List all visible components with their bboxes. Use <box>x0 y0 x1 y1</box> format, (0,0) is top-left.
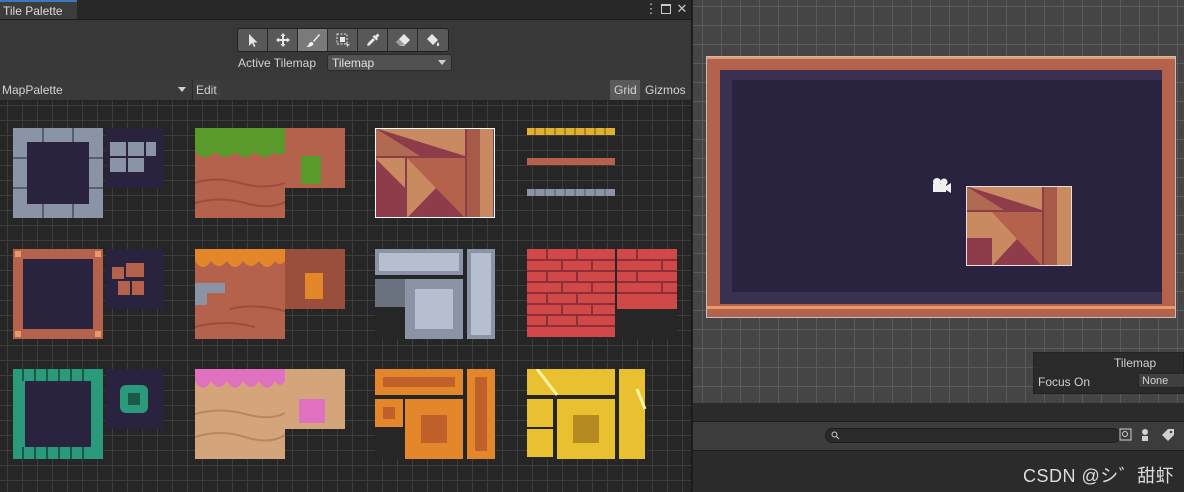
chevron-down-icon <box>178 87 186 92</box>
gold-blocks-tile[interactable] <box>527 369 647 459</box>
paint-tool-button[interactable] <box>298 29 328 51</box>
palette-bar: MapPalette Edit Grid Gizmos <box>0 80 691 101</box>
wood-frame-tile[interactable] <box>13 249 103 339</box>
stone-blocks-tile[interactable] <box>106 128 163 188</box>
paint-bucket-icon <box>427 34 440 47</box>
box-fill-icon <box>336 33 350 48</box>
dirt-orange-tile[interactable] <box>285 249 345 309</box>
metal-blocks-tile[interactable] <box>375 249 495 339</box>
select-tool-button[interactable] <box>238 29 268 51</box>
project-toolbar <box>693 421 1184 451</box>
kebab-menu-icon[interactable]: ⋮ <box>644 1 658 17</box>
tool-bar <box>237 28 449 52</box>
search-icon <box>831 431 840 440</box>
teal-block-tile[interactable] <box>106 369 163 429</box>
grass-dirt-tile[interactable] <box>195 128 285 218</box>
move-arrows-icon <box>275 33 290 47</box>
palette-dropdown[interactable]: MapPalette <box>0 80 190 100</box>
overlay-title: Tilemap <box>1114 356 1157 370</box>
palette-tab-bar: Tile Palette ⋮ ✕ <box>0 0 691 20</box>
search-by-type-icon[interactable] <box>1119 428 1133 442</box>
edit-button[interactable]: Edit <box>192 80 220 100</box>
close-icon[interactable]: ✕ <box>675 1 689 17</box>
focus-on-dropdown[interactable]: None <box>1138 373 1184 388</box>
orange-dirt-tile[interactable] <box>195 249 285 339</box>
grid-toggle[interactable]: Grid <box>610 80 640 100</box>
erase-tool-button[interactable] <box>388 29 418 51</box>
palette-tile-grid[interactable] <box>0 101 691 492</box>
arrow-pointer-icon <box>248 34 257 47</box>
camera-gizmo-icon[interactable] <box>930 177 952 195</box>
flood-fill-tool-button[interactable] <box>418 29 448 51</box>
window-maximize-icon[interactable] <box>659 1 673 17</box>
orange-blocks-tile[interactable] <box>375 369 495 459</box>
stone-frame-tile[interactable] <box>13 128 103 218</box>
roof-tile-selected[interactable] <box>375 128 495 218</box>
tile-palette-window: Tile Palette ⋮ ✕ Active Tilemap Tilemap … <box>0 0 692 492</box>
tab-tile-palette[interactable]: Tile Palette <box>0 0 77 19</box>
palette-name: MapPalette <box>2 83 63 97</box>
active-tilemap-value: Tilemap <box>332 56 375 70</box>
active-tilemap-label: Active Tilemap <box>238 56 317 70</box>
active-tilemap-dropdown[interactable]: Tilemap <box>327 54 452 71</box>
scene-view[interactable] <box>693 0 1184 403</box>
tilemap-roof-piece <box>966 186 1072 266</box>
tag-icon[interactable] <box>1161 428 1175 442</box>
pink-sand-tile[interactable] <box>195 369 285 459</box>
picker-tool-button[interactable] <box>358 29 388 51</box>
search-by-label-icon[interactable] <box>1140 428 1154 442</box>
gizmos-toggle[interactable]: Gizmos <box>642 80 691 100</box>
box-fill-tool-button[interactable] <box>328 29 358 51</box>
dirt-tile[interactable] <box>285 128 345 188</box>
wood-blocks-tile[interactable] <box>106 249 163 309</box>
red-brick-tile[interactable] <box>527 249 677 339</box>
project-search-input[interactable] <box>825 428 1121 443</box>
move-tool-button[interactable] <box>268 29 298 51</box>
focus-on-label: Focus On <box>1038 375 1091 389</box>
paintbrush-icon <box>305 34 320 47</box>
sand-tile[interactable] <box>285 369 345 429</box>
chevron-down-icon <box>438 60 446 65</box>
platforms-tile[interactable] <box>527 128 617 198</box>
teal-frame-tile[interactable] <box>13 369 103 459</box>
eyedropper-icon <box>366 33 379 46</box>
watermark-text: CSDN @シ゛甜虾 <box>1023 466 1175 486</box>
tilemap-focus-overlay: Tilemap Focus On None <box>1033 352 1184 394</box>
eraser-icon <box>395 34 410 46</box>
